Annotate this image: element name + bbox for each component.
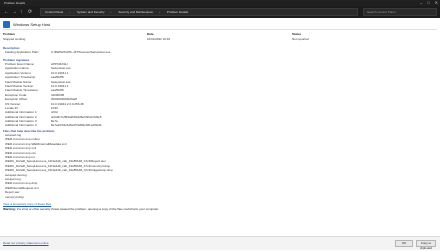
forward-arrow-icon[interactable]: → (12, 8, 17, 16)
warning-title: Warning: (3, 207, 16, 211)
warning-message: If a virus or other security threat caus… (16, 207, 159, 211)
page-title: Windows Setup Host (13, 21, 51, 27)
privacy-statement-link[interactable]: Read our privacy statement online (3, 241, 49, 245)
warning-text: Warning: If a virus or other security th… (3, 207, 159, 211)
status-value: Not reported (292, 37, 309, 41)
view-temp-files-link[interactable]: View a temporary copy of these files (3, 202, 51, 206)
breadcrumb[interactable]: Control Panel › System and Security › Secu… (40, 8, 358, 16)
detail-row: Faulting Application Path: C:\$WINDOWS.~… (3, 50, 437, 54)
detail-key: Faulting Application Path: (5, 50, 39, 54)
date-label: Date (147, 32, 154, 36)
description-details: Faulting Application Path: C:\$WINDOWS.~… (3, 50, 437, 54)
up-arrow-icon[interactable]: ↑ (20, 8, 23, 16)
search-input[interactable]: Search Control Panel (363, 8, 437, 16)
page-header: Windows Setup Host (3, 20, 50, 28)
file-item: WERC_1b2a4f_SetupHost.exe_b1f4e2d9_cab_4… (5, 168, 113, 173)
problem-label: Problem (3, 32, 16, 36)
ok-button[interactable]: OK (395, 240, 413, 247)
signature-key: Additional Information 4: (5, 123, 38, 128)
refresh-icon[interactable]: ⟳ (28, 8, 32, 16)
files-list: setupact.log WER.xxxxxxxx.tmp.mdmp WER.xxx… (3, 133, 113, 199)
signature-details: Problem Event Name: APPCRASH Application N… (3, 62, 437, 128)
breadcrumb-item[interactable]: Control Panel (45, 10, 63, 14)
breadcrumb-item[interactable]: Security and Maintenance (118, 10, 153, 14)
main-content: Windows Setup Host Problem Stopped worki… (0, 18, 440, 236)
problem-value: Stopped working (3, 37, 26, 41)
date-value: 10/11/2022 10:40 (147, 37, 171, 41)
divider (3, 29, 437, 30)
bottom-bar: Read our privacy statement online OK Cop… (0, 236, 440, 250)
status-label: Status (292, 32, 302, 36)
detail-value: C:\$WINDOWS.~BT\Sources\SetupHost.exe (51, 50, 111, 54)
copy-to-clipboard-button[interactable]: Copy to clipboard (416, 240, 436, 250)
app-logo-icon (3, 20, 10, 28)
back-arrow-icon[interactable]: ← (4, 8, 9, 16)
breadcrumb-item[interactable]: System and Security (77, 10, 105, 14)
file-item: memory.hdmp (5, 194, 24, 199)
signature-value: 8e7a1f2b3c4d5e6f7a8b9c0d1e2f3a4b (51, 123, 102, 128)
breadcrumb-item[interactable]: Problem Details (167, 10, 188, 14)
signature-row: Additional Information 4: 8e7a1f2b3c4d5e6… (3, 123, 437, 127)
address-bar: ← → ↑ ⟳ Control Panel › System and Securi… (0, 6, 440, 18)
